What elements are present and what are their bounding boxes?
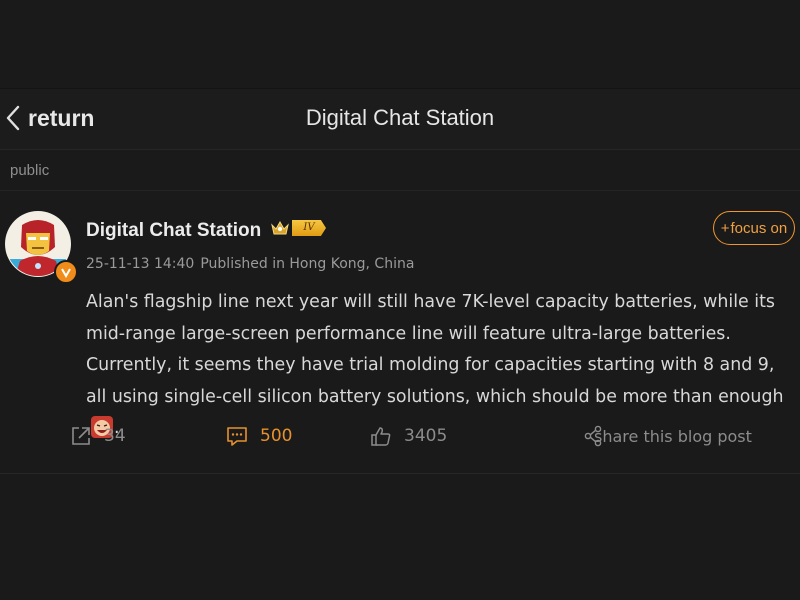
follow-label: focus on bbox=[730, 219, 788, 237]
repost-icon bbox=[72, 427, 90, 445]
share-label: share this blog post bbox=[594, 426, 752, 446]
author-name[interactable]: Digital Chat Station bbox=[86, 220, 261, 242]
comment-count: 500 bbox=[260, 426, 293, 446]
repost-count: 34 bbox=[104, 426, 126, 446]
nav-bar: return Digital Chat Station bbox=[0, 88, 800, 150]
status-area bbox=[0, 0, 800, 88]
plus-icon: + bbox=[720, 219, 730, 237]
post-text: Alan's flagship line next year will stil… bbox=[86, 292, 784, 407]
page-title: Digital Chat Station bbox=[305, 105, 495, 130]
share-button[interactable]: share this blog post bbox=[584, 425, 752, 447]
post-timestamp: 25-11-13 14:40 bbox=[86, 256, 195, 272]
author-badges: IV bbox=[270, 219, 326, 237]
post-location: Published in Hong Kong, China bbox=[200, 256, 415, 272]
blog-post: Digital Chat Station IV 25-11-13 14:40 P… bbox=[0, 191, 800, 474]
level-badge: IV bbox=[292, 220, 326, 236]
verified-v-icon bbox=[54, 260, 78, 284]
post-actions: 34 500 3405 share this blog post bbox=[0, 425, 800, 455]
thumbs-up-icon bbox=[371, 427, 391, 446]
crown-icon bbox=[271, 220, 289, 235]
post-body: Alan's flagship line next year will stil… bbox=[86, 287, 792, 445]
like-button[interactable]: 3405 bbox=[370, 425, 447, 447]
repost-button[interactable]: 34 bbox=[70, 425, 126, 447]
comment-button[interactable]: 500 bbox=[226, 425, 292, 447]
comment-icon bbox=[227, 427, 247, 446]
like-count: 3405 bbox=[404, 426, 448, 446]
post-meta: 25-11-13 14:40 Published in Hong Kong, C… bbox=[86, 256, 414, 272]
visibility-label: public bbox=[10, 161, 50, 179]
follow-button[interactable]: + focus on bbox=[713, 211, 795, 245]
avatar[interactable] bbox=[5, 211, 78, 284]
visibility-bar: public bbox=[0, 150, 800, 191]
